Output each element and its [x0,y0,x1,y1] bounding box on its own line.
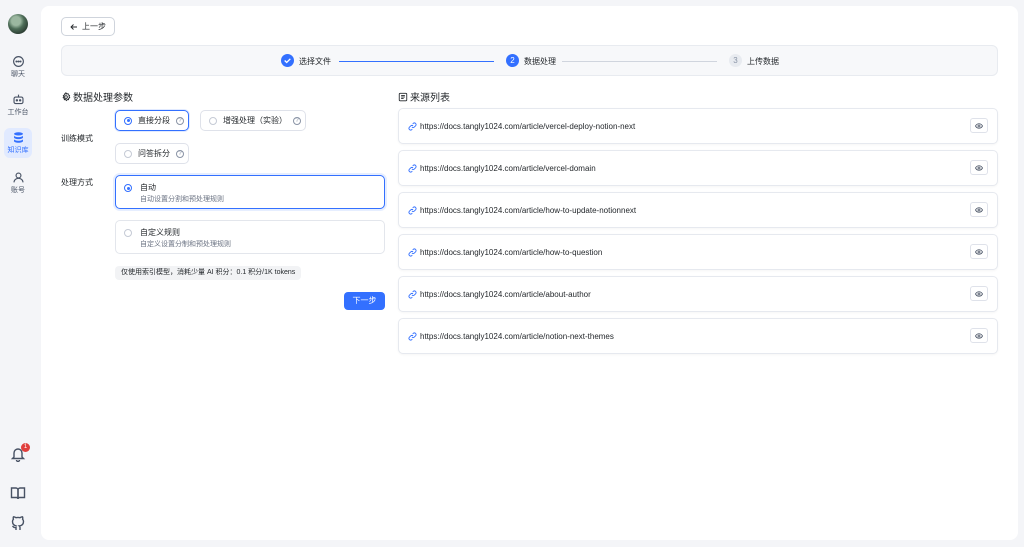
github-icon [11,516,25,530]
user-icon [12,172,24,183]
sidebar-item-account[interactable]: 账号 [4,168,32,198]
method-title: 自定义规则 [140,228,180,237]
sidebar-item-label: 工作台 [7,109,29,116]
stepper: 选择文件 2 数据处理 3 上传数据 [61,45,998,76]
preview-button[interactable] [970,202,988,217]
gear-icon [62,91,71,101]
link-icon [408,122,417,131]
list-icon [398,92,408,101]
step-1-check [281,54,294,67]
link-icon [408,164,417,173]
link-icon [408,248,417,257]
eye-icon [975,290,983,297]
source-url[interactable]: https://docs.tangly1024.com/article/how-… [420,248,602,257]
source-item: https://docs.tangly1024.com/article/noti… [398,318,998,354]
training-option-qa[interactable]: 问答拆分 ? [115,143,189,164]
eye-icon [975,248,983,255]
preview-button[interactable] [970,118,988,133]
sidebar-item-label: 账号 [11,187,25,194]
sidebar-item-workbench[interactable]: 工作台 [4,90,32,120]
sidebar-item-label: 聊天 [11,71,25,78]
source-item: https://docs.tangly1024.com/article/how-… [398,192,998,228]
source-url[interactable]: https://docs.tangly1024.com/article/how-… [420,206,636,215]
training-option-direct[interactable]: 直接分段 ? [115,110,189,131]
avatar[interactable] [8,14,28,34]
chat-icon [12,56,24,67]
training-option-label: 增强处理（实验） [223,116,287,125]
main-panel: 上一步 选择文件 2 数据处理 3 上传数据 数据处理参数 训练模式 直接分段 … [41,6,1018,540]
radio-selected [124,116,132,125]
sources-title-text: 来源列表 [410,93,450,104]
docs-button[interactable] [10,485,26,501]
step-3-label: 上传数据 [747,57,779,66]
help-icon[interactable]: ? [176,149,184,158]
link-icon [408,290,417,299]
source-item: https://docs.tangly1024.com/article/verc… [398,150,998,186]
robot-icon [12,94,24,105]
method-desc: 自动设置分割和预处理规则 [140,196,224,203]
database-icon [13,132,23,143]
source-url[interactable]: https://docs.tangly1024.com/article/abou… [420,290,591,299]
book-icon [10,487,26,500]
step-1-label: 选择文件 [299,57,331,66]
step-connector [339,61,494,62]
source-item: https://docs.tangly1024.com/article/abou… [398,276,998,312]
source-item: https://docs.tangly1024.com/article/verc… [398,108,998,144]
training-option-label: 问答拆分 [138,149,170,158]
radio-selected [124,184,132,192]
help-icon[interactable]: ? [293,116,301,125]
help-icon[interactable]: ? [176,116,184,125]
method-desc: 自定义设置分制和预处理规则 [140,241,231,248]
back-button-label: 上一步 [82,22,106,31]
source-url[interactable]: https://docs.tangly1024.com/article/noti… [420,332,614,341]
method-title: 自动 [140,183,156,192]
link-icon [408,332,417,341]
preview-button[interactable] [970,328,988,343]
method-custom[interactable]: 自定义规则 自定义设置分制和预处理规则 [115,220,385,254]
method-label: 处理方式 [61,178,93,187]
source-url[interactable]: https://docs.tangly1024.com/article/verc… [420,164,596,173]
params-title: 数据处理参数 [61,89,133,104]
back-button[interactable]: 上一步 [61,17,115,36]
step-2-label: 数据处理 [524,57,556,66]
eye-icon [975,164,983,171]
eye-icon [975,206,983,213]
github-button[interactable] [10,516,26,532]
cost-hint: 仅使用索引模型，消耗少量 AI 积分：0.1 积分/1K tokens [115,266,302,280]
radio-unselected [124,149,132,158]
sidebar-item-knowledge-base[interactable]: 知识库 [4,128,32,158]
training-option-enhanced[interactable]: 增强处理（实验） ? [200,110,306,131]
radio-unselected [124,229,132,237]
radio-unselected [209,116,217,125]
step-3-number: 3 [729,54,742,67]
sidebar-item-label: 知识库 [7,147,29,154]
step-connector [562,61,717,62]
sources-title: 来源列表 [398,89,450,104]
next-button[interactable]: 下一步 [344,292,385,310]
sidebar-item-chat[interactable]: 聊天 [4,52,32,82]
source-url[interactable]: https://docs.tangly1024.com/article/verc… [420,122,635,131]
eye-icon [975,122,983,129]
preview-button[interactable] [970,160,988,175]
params-title-text: 数据处理参数 [73,93,133,104]
preview-button[interactable] [970,244,988,259]
training-mode-label: 训练模式 [61,134,93,143]
preview-button[interactable] [970,286,988,301]
source-item: https://docs.tangly1024.com/article/how-… [398,234,998,270]
notification-badge: 1 [21,443,30,452]
sidebar: 聊天 工作台 知识库 账号 1 [0,0,36,547]
eye-icon [975,332,983,339]
method-auto[interactable]: 自动 自动设置分割和预处理规则 [115,175,385,209]
link-icon [408,206,417,215]
training-option-label: 直接分段 [138,116,170,125]
arrow-left-icon [70,23,77,30]
check-icon [284,58,291,64]
step-2-number: 2 [506,54,519,67]
